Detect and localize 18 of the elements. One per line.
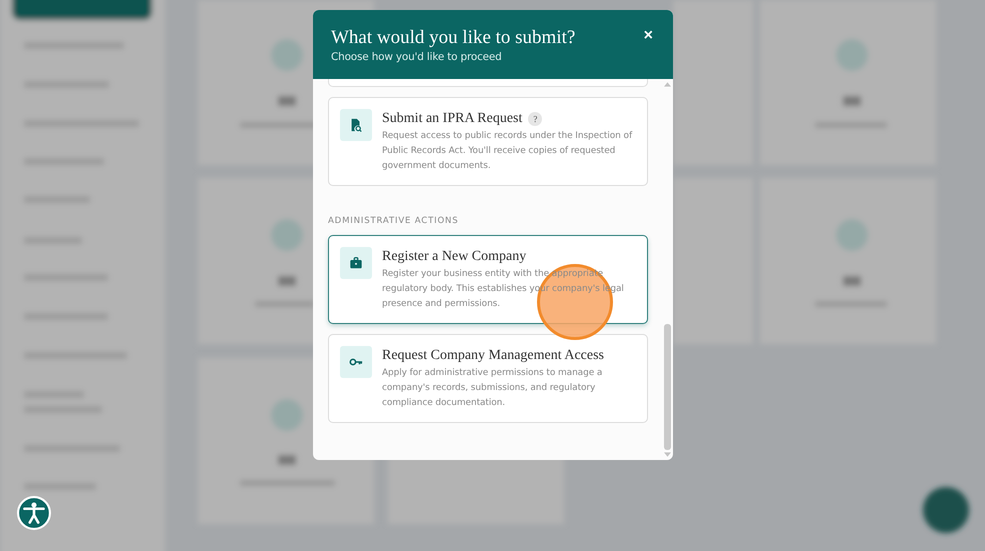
- document-search-icon: [349, 118, 363, 132]
- help-badge[interactable]: ?: [528, 112, 542, 126]
- dialog-title: What would you like to submit?: [331, 27, 576, 49]
- option-card[interactable]: Submit an IPRA Request ? Request access to public records under the Inspection of Public Records Act. You'll receive copies of requested government documents.: [328, 97, 648, 186]
- option-description: Request access to public records under the Inspection of Public Records Act. You'll receive copies of requested government documents.: [382, 130, 634, 173]
- section-heading: ADMINISTRATIVE ACTIONS: [328, 216, 460, 226]
- scrollbar-thumb[interactable]: [664, 324, 671, 450]
- close-button[interactable]: ×: [642, 27, 655, 45]
- option-description: Apply for administrative permissions to manage a company's records, submissions, and regulatory compliance documentation.: [382, 367, 604, 410]
- option-card[interactable]: [328, 79, 648, 87]
- option-title: Register a New Company: [382, 248, 526, 266]
- option-title: Submit an IPRA Request: [382, 110, 522, 128]
- scroll-up-icon[interactable]: [664, 81, 671, 87]
- scroll-down-icon[interactable]: [664, 452, 671, 458]
- briefcase-icon: [349, 256, 363, 270]
- option-card[interactable]: Request Company Management Access Apply for administrative permissions to manage a company's records, submissions, and regulatory compliance documentation.: [328, 334, 648, 423]
- dialog-subtitle: Choose how you'd like to proceed: [331, 51, 503, 63]
- option-title: Request Company Management Access: [382, 347, 604, 365]
